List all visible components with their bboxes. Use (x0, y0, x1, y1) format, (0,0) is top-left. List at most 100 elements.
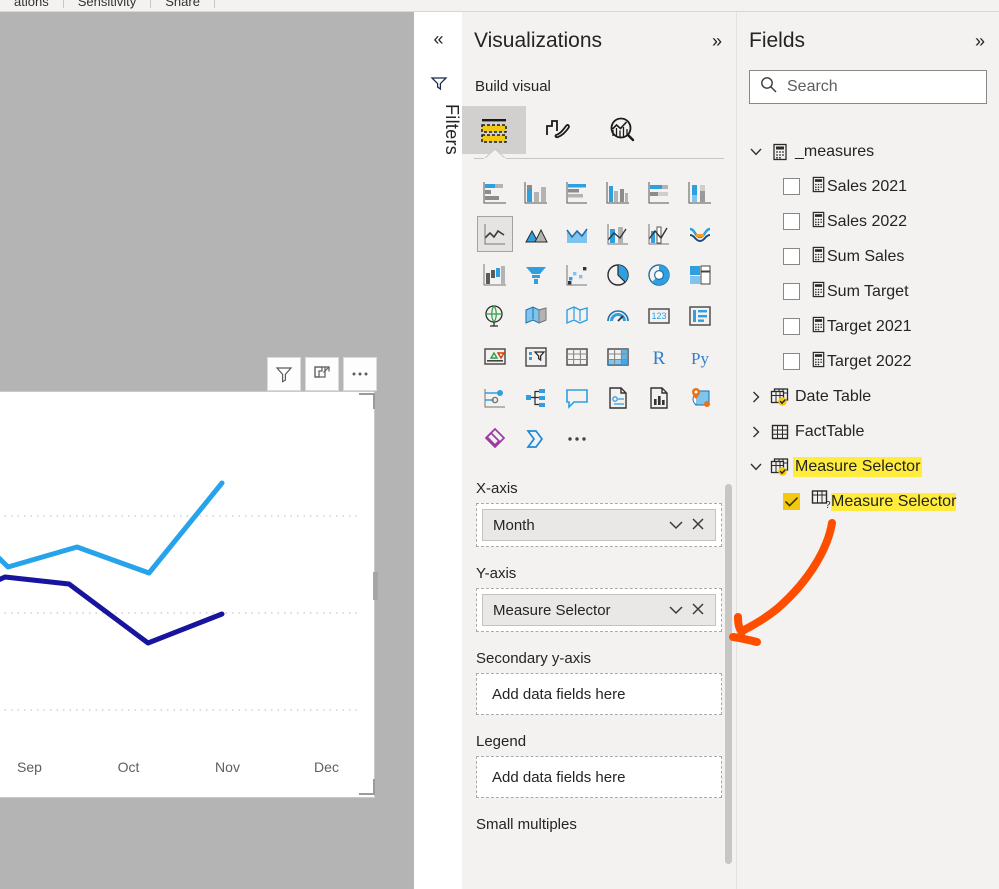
resize-handle-bottom-right[interactable] (359, 779, 375, 795)
remove-field-icon[interactable] (687, 517, 709, 534)
resize-handle-top-right[interactable] (359, 393, 375, 409)
field-checkbox[interactable] (783, 178, 800, 195)
resize-handle-right[interactable] (373, 572, 378, 600)
fields-tree-table-facttable[interactable]: FactTable (745, 414, 997, 449)
clustered-bar-chart-icon[interactable] (559, 175, 595, 211)
pie-chart-icon[interactable] (600, 257, 636, 293)
funnel-chart-icon[interactable] (518, 257, 554, 293)
kpi-icon[interactable] (477, 339, 513, 375)
secondary-y-axis-well[interactable]: Add data fields here (476, 673, 722, 715)
field-item-sum-target[interactable]: Sum Target (745, 274, 997, 309)
line-chart-visual[interactable]: th (0, 357, 378, 798)
chevron-right-icon[interactable] (745, 391, 767, 403)
field-item-target-2021[interactable]: Target 2021 (745, 309, 997, 344)
filters-pane-collapsed[interactable]: « Filters (415, 12, 463, 889)
chevron-down-icon[interactable] (665, 602, 687, 619)
stacked-area-chart-icon[interactable] (559, 216, 595, 252)
chevron-down-icon[interactable] (745, 463, 767, 471)
format-visual-tab[interactable] (526, 106, 590, 154)
fields-tree[interactable]: _measures Sales 2021 Sales 2022 Sum Sale… (745, 134, 997, 519)
narrative-icon[interactable] (600, 380, 636, 416)
legend-well[interactable]: Add data fields here (476, 756, 722, 798)
collapse-filters-icon[interactable]: « (415, 24, 462, 54)
expand-fields-icon[interactable]: » (975, 31, 985, 52)
line-chart-icon[interactable] (476, 215, 513, 252)
shape-map-icon[interactable] (559, 298, 595, 334)
x-axis-well[interactable]: Month (476, 503, 722, 547)
card-icon[interactable]: 123 (641, 298, 677, 334)
stacked-column-chart-icon[interactable] (518, 175, 554, 211)
python-visual-icon[interactable]: Py (682, 339, 718, 375)
ribbon-item-share[interactable]: Share (151, 0, 214, 9)
line-and-clustered-column-chart-icon[interactable] (641, 216, 677, 252)
slicer-icon[interactable] (518, 339, 554, 375)
100-stacked-column-chart-icon[interactable] (682, 175, 718, 211)
search-input[interactable]: Search (749, 70, 987, 104)
fields-pane[interactable]: Fields » Search _measures Sales 2021 Sal… (729, 12, 999, 889)
multi-row-card-icon[interactable] (682, 298, 718, 334)
visualizations-pane[interactable]: Visualizations » Build visual 123 R Py X… (462, 12, 737, 889)
fields-tree-table-measures[interactable]: _measures (745, 134, 997, 169)
chevron-right-icon[interactable] (745, 426, 767, 438)
map-icon[interactable] (477, 298, 513, 334)
stacked-bar-chart-icon[interactable] (477, 175, 513, 211)
q-and-a-icon[interactable] (559, 380, 595, 416)
get-more-visuals-icon[interactable] (559, 421, 595, 457)
field-chip-measure-selector[interactable]: Measure Selector (482, 594, 716, 626)
matrix-icon[interactable] (600, 339, 636, 375)
line-and-stacked-column-chart-icon[interactable] (600, 216, 636, 252)
field-item-measure-selector[interactable]: ? Measure Selector (745, 484, 997, 519)
expand-visualizations-icon[interactable]: » (712, 31, 722, 52)
chevron-down-icon[interactable] (745, 148, 767, 156)
key-influencers-icon[interactable] (477, 380, 513, 416)
ribbon-item-annotations[interactable]: ations (0, 0, 63, 9)
decomposition-tree-icon[interactable] (518, 380, 554, 416)
visual-body[interactable]: th (0, 391, 375, 798)
gauge-icon[interactable] (600, 298, 636, 334)
fields-tree-label: _measures (795, 142, 875, 160)
field-item-sum-sales[interactable]: Sum Sales (745, 239, 997, 274)
remove-field-icon[interactable] (687, 602, 709, 619)
field-checkbox[interactable] (783, 213, 800, 230)
100-stacked-bar-chart-icon[interactable] (641, 175, 677, 211)
power-automate-visual-icon[interactable] (518, 421, 554, 457)
fields-tree-table-measure-selector[interactable]: Measure Selector (745, 449, 997, 484)
field-checkbox[interactable] (783, 283, 800, 300)
scatter-chart-icon[interactable] (559, 257, 595, 293)
area-chart-icon[interactable] (518, 216, 554, 252)
ribbon-chart-icon[interactable] (682, 216, 718, 252)
filter-icon[interactable] (267, 357, 301, 391)
table-icon[interactable] (559, 339, 595, 375)
field-checkbox[interactable] (783, 493, 800, 510)
field-item-sales-2022[interactable]: Sales 2022 (745, 204, 997, 239)
power-apps-visual-icon[interactable] (477, 421, 513, 457)
visual-type-gallery[interactable]: 123 R Py (474, 172, 722, 459)
more-options-icon[interactable] (343, 357, 377, 391)
treemap-icon[interactable] (682, 257, 718, 293)
filled-map-icon[interactable] (518, 298, 554, 334)
field-label: Target 2022 (827, 352, 912, 370)
field-checkbox[interactable] (783, 318, 800, 335)
build-visual-tab[interactable] (462, 106, 526, 154)
y-axis-well[interactable]: Measure Selector (476, 588, 722, 632)
donut-chart-icon[interactable] (641, 257, 677, 293)
field-checkbox[interactable] (783, 248, 800, 265)
ribbon-item-sensitivity[interactable]: Sensitivity (64, 0, 151, 9)
field-item-sales-2021[interactable]: Sales 2021 (745, 169, 997, 204)
waterfall-chart-icon[interactable] (477, 257, 513, 293)
search-icon (760, 76, 777, 98)
analytics-tab[interactable] (590, 106, 654, 154)
paginated-report-icon[interactable] (641, 380, 677, 416)
report-canvas[interactable]: th (0, 12, 414, 889)
visualizations-scrollbar[interactable] (725, 484, 732, 864)
field-item-target-2022[interactable]: Target 2022 (745, 344, 997, 379)
focus-mode-icon[interactable] (305, 357, 339, 391)
fields-tree-table-date-table[interactable]: Date Table (745, 379, 997, 414)
chevron-down-icon[interactable] (665, 517, 687, 534)
clustered-column-chart-icon[interactable] (600, 175, 636, 211)
field-chip-month[interactable]: Month (482, 509, 716, 541)
arcgis-map-icon[interactable] (682, 380, 718, 416)
r-script-visual-icon[interactable]: R (641, 339, 677, 375)
small-multiples-label: Small multiples (476, 816, 577, 833)
field-checkbox[interactable] (783, 353, 800, 370)
